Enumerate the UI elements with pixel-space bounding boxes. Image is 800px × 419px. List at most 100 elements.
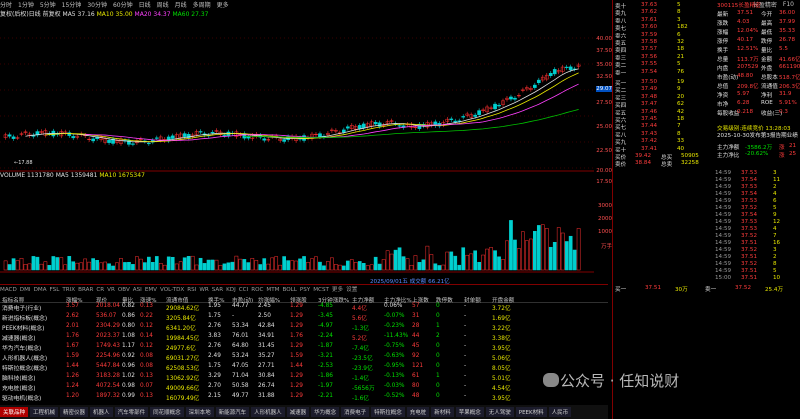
stat-value2: 35.33 [779, 28, 795, 34]
sector-chip[interactable]: 同花顺概念 [150, 407, 184, 417]
table-row[interactable]: 充电桩(概念) 1.24 4072.54 0.98 0.07 49009.66亿 2.70 5… [0, 383, 608, 393]
table-row[interactable]: 华为汽车(概念) 1.67 1749.43 1.17 0.12 24977.6亿 2.76 6… [0, 343, 608, 353]
indicator-tab[interactable]: DMI [20, 287, 31, 292]
period-tab[interactable]: 5分钟 [40, 0, 56, 8]
period-tab[interactable]: 周线 [157, 0, 169, 8]
table-row[interactable]: 人形机器人(概念) 1.59 2254.96 0.92 0.08 69031.27亿 2.4… [0, 353, 608, 363]
buy-row: 买八 37.43 8 [615, 131, 715, 138]
indicator-tab[interactable]: 更多 [332, 287, 343, 292]
volume-bar [187, 256, 190, 270]
table-cell: 1.24 [66, 383, 79, 389]
volume-bar [68, 256, 71, 270]
indicator-tab[interactable]: BRAR [78, 287, 93, 292]
sector-chip[interactable]: 机器人 [90, 407, 113, 417]
buy-label: 买二 [615, 88, 626, 93]
sector-chip[interactable]: 工程机械 [30, 407, 58, 417]
table-row[interactable]: 驱动电机(概念) 1.20 1897.32 0.99 0.13 16079.49亿 2.15… [0, 393, 608, 403]
indicator-tab[interactable]: CCI [239, 287, 248, 292]
sector-chip[interactable]: 减速器 [287, 407, 310, 417]
sector-chip[interactable]: 人形机器人 [251, 407, 285, 417]
period-tab[interactable]: 1分钟 [18, 0, 34, 8]
indicator-tab[interactable]: PSY [300, 287, 310, 292]
tick-time: 14:59 [715, 226, 731, 232]
table-row[interactable]: 脑科技(概念) 1.26 3183.28 1.02 0.13 13062.92亿 3.29 7… [0, 373, 608, 383]
period-tab[interactable]: 更多 [217, 0, 229, 8]
sector-chip[interactable]: 新材料 [431, 407, 454, 417]
volume-bar [231, 262, 234, 270]
stat-value2: 5.91% [779, 100, 797, 106]
period-tab[interactable]: 15分钟 [62, 0, 82, 8]
sector-chip[interactable]: 特斯拉概念 [371, 407, 405, 417]
indicator-tab[interactable]: ASI [133, 287, 142, 292]
volume-bar [346, 261, 349, 270]
indicator-tab[interactable]: EMV [145, 287, 157, 292]
candle [509, 97, 512, 99]
period-tab[interactable]: 日线 [139, 0, 151, 8]
indicator-tab[interactable]: BOLL [283, 287, 297, 292]
indicator-tab[interactable]: OBV [118, 287, 130, 292]
table-cell: 0.22 [140, 313, 153, 319]
indicator-tab[interactable]: CR [96, 287, 104, 292]
indicator-tab[interactable]: 设置 [346, 287, 357, 292]
sector-chip[interactable]: 无人驾驶 [486, 407, 514, 417]
sector-chip[interactable]: PEEK材料 [516, 407, 547, 417]
table-row[interactable]: 特斯拉概念(概念) 1.44 5447.84 0.96 0.08 62508.53亿 1.7… [0, 363, 608, 373]
sell-row: 卖六 37.59 6 [615, 32, 715, 39]
table-cell: 0 [436, 383, 440, 389]
table-row[interactable]: 消费电子(行业) 3.57 2018.04 0.82 0.13 29084.62亿 1.95… [0, 303, 608, 313]
stat-label: 涨停 [717, 39, 728, 44]
volume-bar [426, 246, 429, 270]
tick-price: 37.54 [741, 177, 757, 183]
indicator-tab[interactable]: MCST [313, 287, 329, 292]
sector-chip[interactable]: 新能源汽车 [216, 407, 250, 417]
indicator-tab[interactable]: WR [199, 287, 208, 292]
indicator-tab[interactable]: KDJ [226, 287, 236, 292]
indicator-tab[interactable]: SAR [212, 287, 223, 292]
sector-chip[interactable]: 深圳本地 [186, 407, 214, 417]
sector-chip[interactable]: 汽车零部件 [115, 407, 149, 417]
table-cell: 1.76 [66, 333, 79, 339]
period-tab[interactable]: 月线 [175, 0, 187, 8]
buy-label: 买七 [615, 125, 626, 130]
sector-chip[interactable]: 充电桩 [407, 407, 430, 417]
sector-chip[interactable]: 消费电子 [341, 407, 369, 417]
sell-row: 卖四 37.57 18 [615, 46, 715, 53]
volume-bar [96, 260, 99, 270]
sector-chip[interactable]: 华为概念 [311, 407, 339, 417]
sector-chip[interactable]: 人民币 [549, 407, 572, 417]
indicator-tab[interactable]: MTM [266, 287, 279, 292]
buy-row: 买五 37.46 42 [615, 109, 715, 116]
volume-bar [100, 263, 103, 270]
indicator-tab[interactable]: MACD [0, 287, 17, 292]
sell-vol: 76 [677, 69, 684, 75]
kline-chart[interactable]: ←17.88 [0, 18, 594, 278]
indicator-tab[interactable]: RSI [187, 287, 196, 292]
indicator-tab[interactable]: DMA [34, 287, 47, 292]
volume-bar [255, 260, 258, 270]
table-row[interactable]: PEEK材料(概念) 2.01 2304.29 0.80 0.12 6341.20亿 2.7… [0, 323, 608, 333]
period-tab[interactable]: 60分钟 [113, 0, 133, 8]
period-tab[interactable]: 多周期 [193, 0, 211, 8]
buy-label: 买五 [615, 111, 626, 116]
indicator-tab[interactable]: VOL-TDX [160, 287, 184, 292]
period-tab[interactable]: 分时 [0, 0, 12, 8]
stat-value2: 26.78 [779, 37, 795, 43]
tick-vol: 3 [773, 247, 777, 253]
sector-chip[interactable]: 关联品种 [0, 407, 28, 417]
indicator-tab[interactable]: FSL [50, 287, 60, 292]
indicator-tab[interactable]: ROC [251, 287, 263, 292]
tick-vol: 5 [773, 205, 777, 211]
volume-bar [191, 256, 194, 270]
volume-bar [458, 265, 461, 270]
period-tab[interactable]: 30分钟 [87, 0, 107, 8]
table-row[interactable]: 减速器(概念) 1.76 2023.37 1.08 0.14 19984.45亿 3.83 7… [0, 333, 608, 343]
volume-tick: 2000 [598, 216, 612, 222]
sector-chip[interactable]: 精密仪器 [60, 407, 88, 417]
stat-label: 涨跌 [717, 21, 728, 26]
indicator-tab[interactable]: TRIX [62, 287, 75, 292]
sector-chip[interactable]: 苹果概念 [456, 407, 484, 417]
buy-row: 买九 37.42 33 [615, 138, 715, 145]
table-row[interactable]: 新进指标板(概念) 2.62 536.07 0.86 0.22 3205.84亿 1.75 -… [0, 313, 608, 323]
table-cell: 脑科技(概念) [2, 373, 36, 382]
indicator-tab[interactable]: VR [107, 287, 115, 292]
